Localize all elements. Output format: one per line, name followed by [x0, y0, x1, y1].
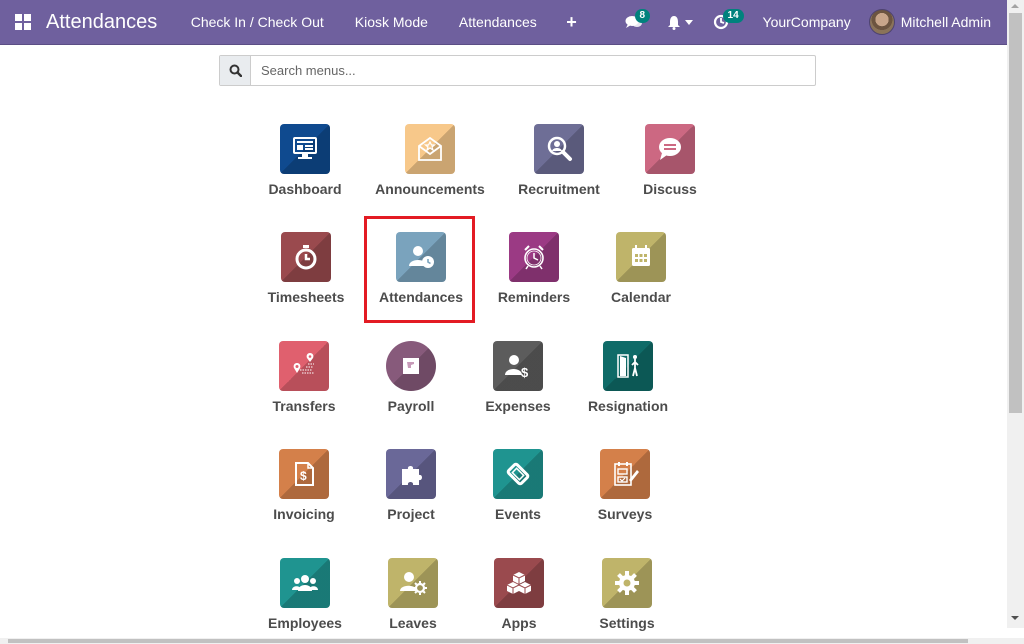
recruitment-icon [534, 124, 584, 174]
nav-menu: Check In / Check Out Kiosk Mode Attendan… [175, 0, 592, 45]
search-bar [219, 55, 816, 86]
resignation-icon [603, 341, 653, 391]
app-tile-discuss[interactable]: Discuss [615, 124, 725, 197]
avatar [868, 9, 895, 35]
app-tile-employees[interactable]: Employees [250, 558, 360, 631]
app-tile-recruitment[interactable]: Recruitment [504, 124, 614, 197]
bell-icon [667, 15, 680, 30]
leaves-icon [388, 558, 438, 608]
app-tile-dashboard[interactable]: Dashboard [250, 124, 360, 197]
app-tile-apps[interactable]: Apps [464, 558, 574, 631]
scroll-down-arrow-icon[interactable] [1011, 616, 1019, 620]
ticket-icon [493, 449, 543, 499]
plus-icon[interactable]: + [552, 0, 592, 45]
app-label: Recruitment [518, 181, 600, 197]
app-tile-project[interactable]: Project [356, 449, 466, 522]
scroll-up-arrow-icon[interactable] [1011, 4, 1019, 8]
app-label: Reminders [497, 289, 571, 305]
messages-badge: 8 [634, 8, 651, 23]
app-tile-timesheets[interactable]: Timesheets [251, 232, 361, 305]
horizontal-scrollbar-thumb[interactable] [8, 639, 968, 643]
app-label: Invoicing [273, 506, 335, 522]
app-tile-invoicing[interactable]: $ Invoicing [249, 449, 359, 522]
dashboard-icon [280, 124, 330, 174]
app-label: Leaves [389, 615, 437, 631]
expenses-icon: $ [493, 341, 543, 391]
app-label: Payroll [387, 398, 435, 414]
announcement-icon [405, 124, 455, 174]
payroll-icon [386, 341, 436, 391]
app-tile-surveys[interactable]: Surveys [570, 449, 680, 522]
activities-badge: 14 [722, 8, 744, 23]
systray: 8 14 YourCompany Mitchell Admin [615, 0, 1007, 45]
search-icon [220, 56, 251, 85]
app-label: Surveys [597, 506, 653, 522]
app-tile-settings[interactable]: Settings [572, 558, 682, 631]
app-label: Employees [268, 615, 342, 631]
alarm-clock-icon [509, 232, 559, 282]
app-tile-reminders[interactable]: Reminders [479, 232, 589, 305]
menu-kiosk-mode[interactable]: Kiosk Mode [339, 0, 443, 45]
app-tile-calendar[interactable]: Calendar [586, 232, 696, 305]
app-label: Dashboard [268, 181, 342, 197]
notifications-button[interactable] [653, 0, 703, 45]
discuss-icon [645, 124, 695, 174]
employees-icon [280, 558, 330, 608]
menu-check-in-check-out[interactable]: Check In / Check Out [175, 0, 339, 45]
apps-icon [494, 558, 544, 608]
transfer-icon [279, 341, 329, 391]
app-switcher-button[interactable] [0, 0, 46, 45]
app-tile-expenses[interactable]: $ Expenses [463, 341, 573, 414]
horizontal-scrollbar[interactable] [0, 638, 1024, 644]
app-label: Resignation [587, 398, 669, 414]
activities-button[interactable]: 14 [703, 0, 744, 45]
svg-text:$: $ [300, 469, 307, 483]
calendar-icon [616, 232, 666, 282]
survey-icon [600, 449, 650, 499]
app-label: Timesheets [267, 289, 345, 305]
app-label: Discuss [643, 181, 697, 197]
puzzle-icon [386, 449, 436, 499]
app-label: Apps [501, 615, 537, 631]
invoice-icon: $ [279, 449, 329, 499]
app-label: Settings [599, 615, 655, 631]
scrollbar-thumb[interactable] [1009, 13, 1022, 413]
app-tile-transfers[interactable]: Transfers [249, 341, 359, 414]
app-label: Announcements [375, 181, 485, 197]
app-label: Expenses [485, 398, 551, 414]
app-tile-payroll[interactable]: Payroll [356, 341, 466, 414]
app-tile-events[interactable]: Events [463, 449, 573, 522]
caret-down-icon [684, 19, 693, 25]
user-name: Mitchell Admin [900, 14, 991, 30]
messages-button[interactable]: 8 [615, 0, 653, 45]
menu-attendances[interactable]: Attendances [443, 0, 552, 45]
app-tile-leaves[interactable]: Leaves [358, 558, 468, 631]
grid-icon [15, 14, 31, 30]
app-title[interactable]: Attendances [46, 11, 157, 34]
search-input[interactable] [251, 56, 815, 85]
app-label: Events [495, 506, 541, 522]
app-label: Transfers [272, 398, 336, 414]
user-menu[interactable]: Mitchell Admin [868, 9, 1007, 35]
app-tile-resignation[interactable]: Resignation [573, 341, 683, 414]
app-label: Project [387, 506, 435, 522]
app-label: Calendar [611, 289, 671, 305]
app-tile-announcements[interactable]: Announcements [375, 124, 485, 197]
stopwatch-icon [281, 232, 331, 282]
svg-text:$: $ [521, 365, 529, 380]
gear-icon [602, 558, 652, 608]
top-navbar: Attendances Check In / Check Out Kiosk M… [0, 0, 1007, 45]
company-switcher[interactable]: YourCompany [739, 14, 869, 30]
vertical-scrollbar[interactable] [1007, 0, 1024, 628]
